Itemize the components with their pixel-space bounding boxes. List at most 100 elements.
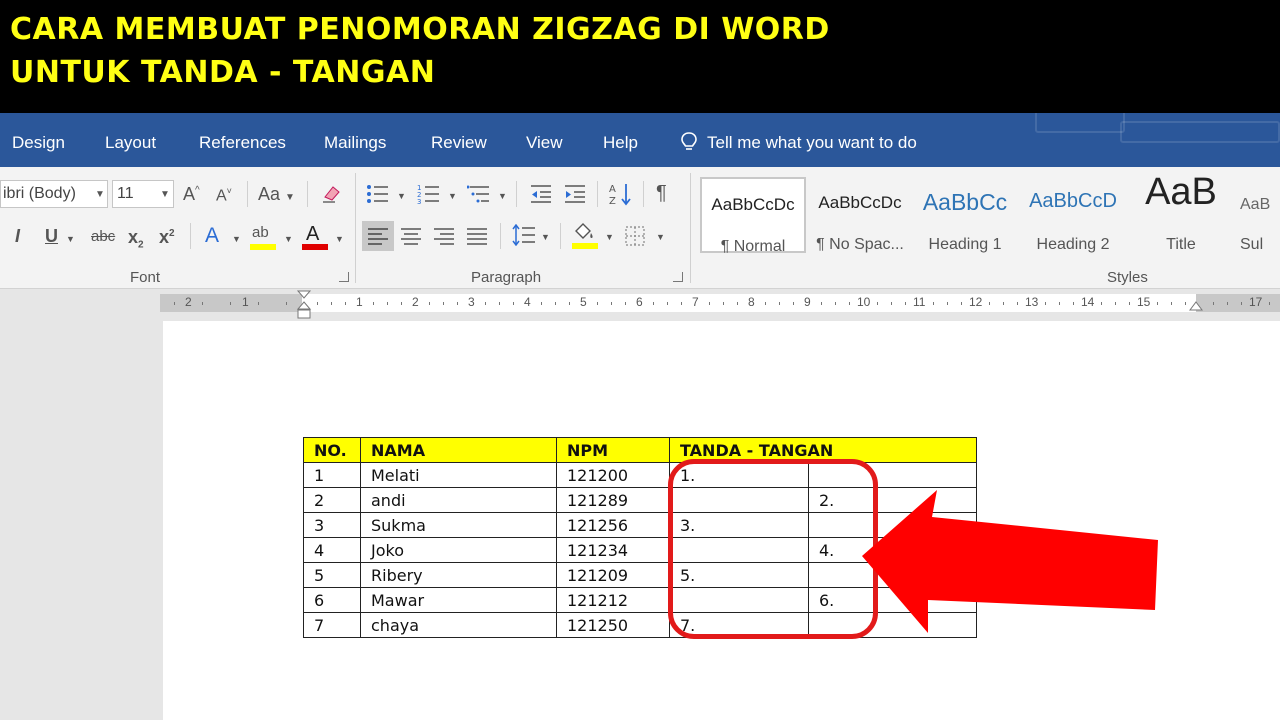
subscript-button[interactable]: x2: [128, 228, 144, 251]
ruler-left-margin: [160, 294, 302, 312]
tabbar-decoration: [1120, 121, 1280, 143]
superscript-button[interactable]: x2: [159, 228, 175, 246]
multilevel-list-icon[interactable]: [467, 183, 493, 205]
ruler-number: 10: [857, 295, 871, 309]
style-heading-2[interactable]: AaBbCcD Heading 2: [1025, 177, 1121, 253]
table-cell[interactable]: 121289: [556, 487, 670, 513]
table-cell[interactable]: andi: [360, 487, 557, 513]
numbering-icon[interactable]: 123: [417, 183, 443, 205]
chevron-down-icon[interactable]: ▼: [397, 192, 406, 201]
divider: [560, 223, 561, 249]
tab-review[interactable]: Review: [431, 133, 487, 153]
table-cell[interactable]: 7: [303, 612, 361, 638]
tab-references[interactable]: References: [199, 133, 286, 153]
group-divider: [690, 173, 691, 283]
ribbon-tab-bar: Design Layout References Mailings Review…: [0, 113, 1280, 167]
chevron-down-icon[interactable]: ▼: [605, 233, 614, 242]
chevron-down-icon[interactable]: ▼: [448, 192, 457, 201]
horizontal-ruler[interactable]: 2 1 1 2 3 4 5 6 7 8 9 10 11 12 13 14 15 …: [160, 294, 1280, 312]
table-cell[interactable]: 121200: [556, 462, 670, 488]
chevron-down-icon[interactable]: ▼: [656, 233, 665, 242]
divider: [516, 181, 517, 207]
table-cell[interactable]: 121212: [556, 587, 670, 613]
chevron-down-icon[interactable]: ▼: [232, 235, 241, 244]
table-cell[interactable]: 5: [303, 562, 361, 588]
right-indent-marker-icon[interactable]: [1188, 300, 1204, 314]
table-cell[interactable]: 4: [303, 537, 361, 563]
table-cell[interactable]: chaya: [360, 612, 557, 638]
divider: [307, 181, 308, 207]
dialog-launcher-icon[interactable]: [673, 272, 683, 282]
chevron-down-icon[interactable]: ▼: [541, 233, 550, 242]
style-heading-1[interactable]: AaBbCc Heading 1: [919, 177, 1011, 253]
table-cell[interactable]: Ribery: [360, 562, 557, 588]
font-color-button[interactable]: A: [302, 223, 332, 251]
show-formatting-marks-button[interactable]: ¶: [656, 183, 667, 203]
divider: [247, 181, 248, 207]
svg-text:3: 3: [417, 198, 421, 205]
header-cell-nama[interactable]: NAMA: [360, 437, 557, 463]
font-group-label: Font: [130, 269, 161, 286]
text-highlight-button[interactable]: ab: [250, 223, 280, 251]
chevron-down-icon[interactable]: ▼: [335, 235, 344, 244]
table-cell[interactable]: 121209: [556, 562, 670, 588]
strikethrough-button[interactable]: abc: [91, 229, 115, 244]
shading-button[interactable]: [572, 222, 602, 250]
tab-view[interactable]: View: [526, 133, 563, 153]
table-cell[interactable]: 1: [303, 462, 361, 488]
ruler-number: 5: [580, 295, 587, 309]
tab-mailings[interactable]: Mailings: [324, 133, 386, 153]
tab-design[interactable]: Design: [12, 133, 65, 153]
style-no-spacing[interactable]: AaBbCcDc ¶ No Spac...: [810, 177, 910, 253]
table-cell[interactable]: 2: [303, 487, 361, 513]
table-cell[interactable]: 121234: [556, 537, 670, 563]
increase-indent-icon[interactable]: [563, 184, 587, 204]
tab-help[interactable]: Help: [603, 133, 638, 153]
table-cell[interactable]: Sukma: [360, 512, 557, 538]
shrink-font-button[interactable]: A˅: [216, 187, 232, 204]
table-cell[interactable]: Mawar: [360, 587, 557, 613]
banner-line-2: UNTUK TANDA - TANGAN: [10, 55, 436, 90]
highlight-rectangle: [668, 459, 878, 639]
justify-icon[interactable]: [466, 227, 488, 245]
borders-icon[interactable]: [624, 225, 646, 247]
bullets-icon[interactable]: [366, 183, 392, 205]
divider: [643, 181, 644, 207]
ruler-number: 1: [242, 295, 249, 309]
ruler-number: 9: [804, 295, 811, 309]
align-left-icon: [368, 228, 388, 245]
tab-layout[interactable]: Layout: [105, 133, 156, 153]
align-left-button[interactable]: [362, 221, 394, 251]
decrease-indent-icon[interactable]: [529, 184, 553, 204]
table-cell[interactable]: 3: [303, 512, 361, 538]
chevron-down-icon[interactable]: ▼: [498, 192, 507, 201]
dialog-launcher-icon[interactable]: [339, 272, 349, 282]
table-cell[interactable]: 121256: [556, 512, 670, 538]
style-subtitle[interactable]: AaB Sul: [1240, 177, 1280, 253]
clear-formatting-icon[interactable]: [321, 183, 343, 205]
header-cell-no[interactable]: NO.: [303, 437, 361, 463]
chevron-down-icon[interactable]: ▼: [66, 235, 75, 244]
style-normal[interactable]: AaBbCcDc ¶ Normal: [700, 177, 806, 255]
align-center-icon[interactable]: [400, 227, 422, 245]
underline-button[interactable]: U: [45, 227, 58, 245]
font-size-box[interactable]: 11 ▼: [112, 180, 174, 208]
change-case-button[interactable]: Aa ▼: [258, 185, 295, 203]
font-name-box[interactable]: ibri (Body) ▼: [0, 180, 108, 208]
header-cell-npm[interactable]: NPM: [556, 437, 670, 463]
table-cell[interactable]: 6: [303, 587, 361, 613]
ruler-number: 15: [1137, 295, 1151, 309]
italic-button[interactable]: I: [15, 227, 20, 245]
text-effects-button[interactable]: A: [205, 225, 219, 246]
line-spacing-icon[interactable]: [511, 224, 537, 246]
table-cell[interactable]: 121250: [556, 612, 670, 638]
sort-icon[interactable]: AZ: [609, 182, 633, 206]
grow-font-button[interactable]: A^: [183, 185, 200, 203]
table-cell[interactable]: Melati: [360, 462, 557, 488]
chevron-down-icon[interactable]: ▼: [284, 235, 293, 244]
table-cell[interactable]: Joko: [360, 537, 557, 563]
indent-marker-icon[interactable]: [296, 289, 312, 321]
align-right-icon[interactable]: [433, 227, 455, 245]
ruler-number: 3: [468, 295, 475, 309]
style-title[interactable]: AaB Title: [1129, 171, 1233, 253]
